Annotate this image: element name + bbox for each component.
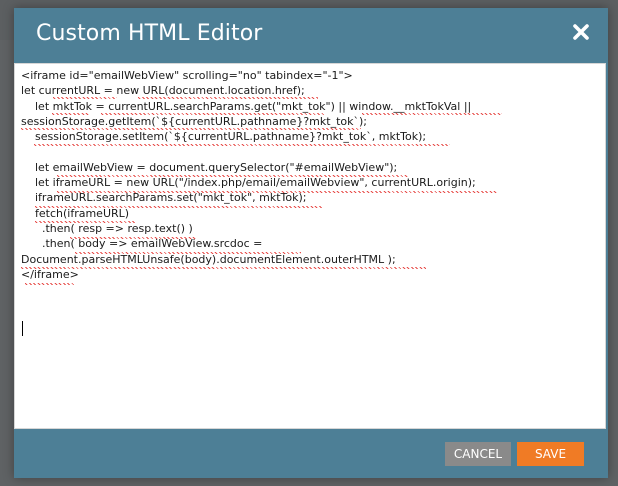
cancel-button[interactable]: CANCEL bbox=[445, 442, 511, 466]
dialog-title: Custom HTML Editor bbox=[36, 21, 263, 46]
spellcheck-underline bbox=[70, 237, 196, 239]
spellcheck-underline bbox=[21, 128, 361, 130]
spellcheck-underline bbox=[53, 97, 117, 99]
spellcheck-underline bbox=[138, 97, 318, 99]
html-code-editor[interactable]: <iframe id="emailWebView" scrolling="no"… bbox=[14, 63, 606, 429]
spellcheck-underline bbox=[21, 267, 426, 269]
close-button[interactable] bbox=[572, 23, 590, 41]
spellcheck-underline bbox=[362, 113, 502, 115]
dialog-titlebar: Custom HTML Editor bbox=[14, 8, 608, 63]
spellcheck-underline bbox=[101, 113, 324, 115]
spellcheck-underline bbox=[52, 113, 90, 115]
spellcheck-underline bbox=[34, 144, 450, 146]
dialog-footer: CANCEL SAVE bbox=[14, 429, 608, 478]
text-cursor bbox=[22, 321, 23, 336]
spellcheck-underline bbox=[75, 252, 301, 254]
spellcheck-underline bbox=[57, 191, 497, 193]
spellcheck-underline bbox=[35, 221, 135, 223]
spellcheck-underline bbox=[25, 283, 75, 285]
spellcheck-underline bbox=[35, 206, 323, 208]
custom-html-editor-dialog: Custom HTML Editor <iframe id="emailWebV… bbox=[14, 8, 608, 478]
spellcheck-underline bbox=[57, 175, 409, 177]
save-button[interactable]: SAVE bbox=[517, 442, 584, 466]
close-icon bbox=[573, 24, 589, 40]
